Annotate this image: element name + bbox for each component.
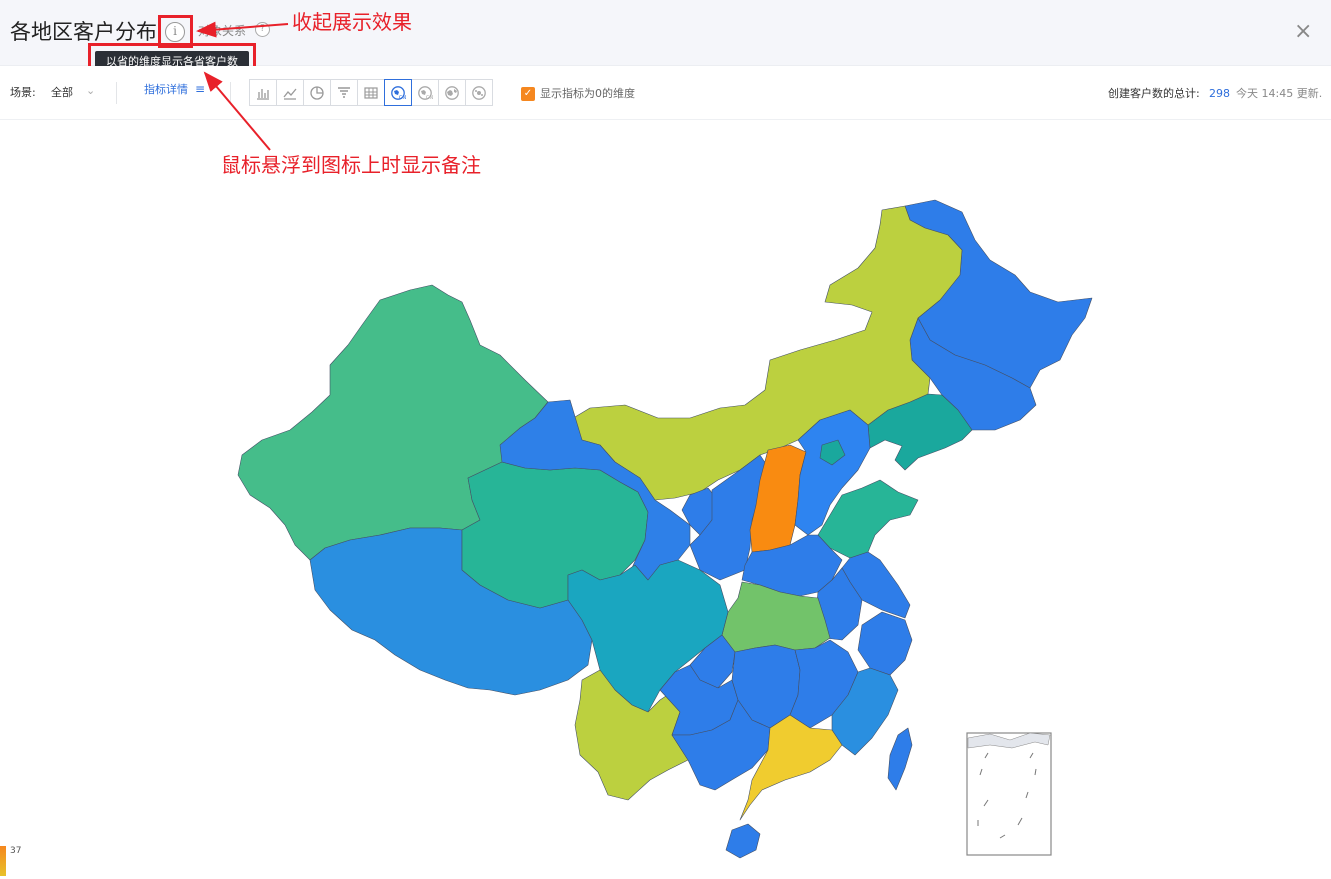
- line-chart-button[interactable]: [276, 79, 304, 106]
- annotation-collapse: 收起展示效果: [292, 10, 412, 34]
- chart-type-group: CN CN: [249, 79, 493, 106]
- region-zhejiang[interactable]: [857, 611, 913, 676]
- show-zero-checkbox[interactable]: ✓: [521, 87, 535, 101]
- total-label: 创建客户数的总计:: [1108, 87, 1200, 100]
- annotation-hover: 鼠标悬浮到图标上时显示备注: [221, 153, 481, 177]
- pie-chart-button[interactable]: [303, 79, 331, 106]
- radar-map-button[interactable]: [465, 79, 493, 106]
- funnel-chart-icon: [338, 86, 350, 98]
- table-button[interactable]: [357, 79, 385, 106]
- south-sea-inset: [966, 732, 1052, 856]
- china-map: [237, 199, 1093, 859]
- china-map-button[interactable]: CN: [384, 79, 412, 106]
- update-time: 今天 14:45 更新.: [1236, 87, 1323, 100]
- scene-label: 场景:: [10, 86, 36, 99]
- metric-detail-link[interactable]: 指标详情: [144, 82, 188, 98]
- bar-chart-icon: [257, 88, 269, 100]
- close-button[interactable]: ×: [1294, 20, 1312, 44]
- scene-select[interactable]: 全部: [51, 85, 73, 101]
- show-zero-label[interactable]: 显示指标为0的维度: [540, 86, 635, 102]
- radar-map-icon: [472, 85, 486, 100]
- svg-text:CN: CN: [399, 95, 406, 101]
- page-title: 各地区客户分布: [10, 20, 157, 44]
- customer-distribution-page: 各地区客户分布 i 对象关系 ? × 以省的维度显示各省客户数 场景: 全部 ⌄…: [0, 0, 1331, 879]
- list-icon[interactable]: ≡: [195, 81, 205, 97]
- china-map-icon: CN: [391, 85, 406, 101]
- world-map-button[interactable]: [438, 79, 466, 106]
- pie-chart-icon: [310, 85, 324, 100]
- svg-text:CN: CN: [426, 95, 433, 101]
- bar-chart-button[interactable]: [249, 79, 277, 106]
- city-map-button[interactable]: CN: [411, 79, 439, 106]
- toolbar-divider: [116, 82, 117, 104]
- total-value: 298: [1209, 87, 1230, 100]
- city-map-icon: CN: [418, 85, 433, 101]
- world-map-icon: [445, 85, 459, 100]
- region-hainan[interactable]: [725, 823, 761, 859]
- legend-gradient: [0, 846, 6, 876]
- toolbar-divider: [230, 82, 231, 104]
- legend-max-value: 37: [10, 846, 22, 856]
- funnel-chart-button[interactable]: [330, 79, 358, 106]
- table-icon: [364, 86, 378, 99]
- region-taiwan[interactable]: [887, 727, 913, 791]
- object-relation-label[interactable]: 对象关系: [198, 23, 246, 39]
- help-icon[interactable]: ?: [255, 22, 270, 37]
- line-chart-icon: [283, 88, 297, 100]
- chevron-down-icon[interactable]: ⌄: [86, 83, 95, 99]
- chart-toolbar: 场景: 全部 ⌄ 指标详情 ≡ CN CN ✓ 显示指标为0的维度 创建客户数的…: [0, 66, 1331, 120]
